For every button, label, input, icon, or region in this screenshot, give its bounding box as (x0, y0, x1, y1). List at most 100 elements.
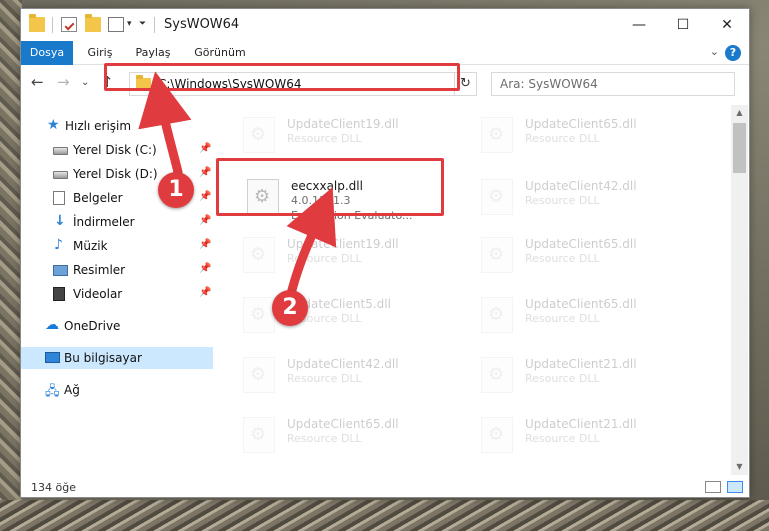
list-item[interactable]: UpdateClient5.dll Resource DLL (237, 291, 467, 341)
vertical-scrollbar[interactable]: ▲ ▼ (731, 105, 748, 475)
search-placeholder: Ara: SysWOW64 (500, 77, 598, 91)
minimize-button[interactable]: — (617, 9, 661, 41)
file-type: Resource DLL (525, 372, 600, 385)
toolbar-separator (154, 17, 155, 33)
desktop-wallpaper (0, 0, 22, 531)
file-type: Resource DLL (287, 132, 362, 145)
file-type: Resource DLL (525, 432, 600, 445)
sidebar-item-pictures[interactable]: Resimler 📌 (21, 259, 213, 281)
list-item[interactable]: UpdateClient21.dll Resource DLL (475, 411, 705, 461)
new-folder-icon[interactable] (85, 14, 101, 32)
dll-file-icon (481, 357, 513, 393)
tab-share[interactable]: Paylaş (127, 41, 179, 65)
star-icon: ★ (47, 117, 60, 133)
dll-file-icon (481, 117, 513, 153)
tab-view[interactable]: Görünüm (185, 41, 255, 65)
folder-icon (29, 14, 45, 32)
pin-icon[interactable]: 📌 (199, 239, 211, 250)
item-count: 134 öğe (31, 481, 76, 494)
sidebar-item-downloads[interactable]: ↓ İndirmeler 📌 (21, 211, 213, 233)
ribbon-expand-icon[interactable]: ⌄ (710, 45, 719, 58)
pictures-icon (53, 265, 68, 276)
sidebar-item-label: İndirmeler (73, 215, 135, 229)
help-icon[interactable]: ? (725, 45, 741, 61)
file-name: UpdateClient42.dll (287, 357, 399, 371)
dll-file-icon (481, 237, 513, 273)
list-item[interactable]: UpdateClient42.dll Resource DLL (475, 173, 705, 223)
sidebar-item-label: Yerel Disk (C:) (73, 143, 157, 157)
list-item[interactable]: UpdateClient65.dll Resource DLL (237, 411, 467, 461)
pin-icon[interactable]: 📌 (199, 263, 211, 274)
scroll-down-icon[interactable]: ▼ (731, 459, 748, 475)
tiles-view-icon[interactable] (727, 481, 743, 493)
file-type: Resource DLL (287, 432, 362, 445)
list-item[interactable]: UpdateClient19.dll Resource DLL (237, 111, 467, 161)
drive-icon (53, 147, 68, 155)
forward-button[interactable]: → (57, 73, 70, 91)
file-type: Resource DLL (525, 132, 600, 145)
sidebar-item-this-pc[interactable]: Bu bilgisayar (21, 347, 213, 369)
details-view-icon[interactable] (705, 481, 721, 493)
quick-access-dropdown-icon[interactable]: ⏷ (139, 19, 146, 29)
file-name: UpdateClient42.dll (525, 179, 637, 193)
sidebar-item-label: Ağ (64, 383, 80, 397)
status-bar: 134 öğe (21, 477, 749, 497)
sidebar-item-onedrive[interactable]: ☁ OneDrive (21, 315, 213, 337)
file-name: UpdateClient19.dll (287, 117, 399, 131)
properties-icon[interactable] (61, 17, 77, 32)
file-type: Resource DLL (525, 252, 600, 265)
sidebar-item-label: Resimler (73, 263, 126, 277)
tab-file[interactable]: Dosya (21, 41, 73, 65)
list-item[interactable]: UpdateClient65.dll Resource DLL (475, 111, 705, 161)
pin-icon[interactable]: 📌 (199, 167, 211, 178)
close-button[interactable]: ✕ (705, 9, 749, 41)
pin-icon[interactable]: 📌 (199, 143, 211, 154)
file-name: UpdateClient21.dll (525, 357, 637, 371)
chevron-down-icon[interactable]: ▾ (127, 19, 132, 29)
list-item[interactable]: UpdateClient65.dll Resource DLL (475, 291, 705, 341)
computer-icon (45, 352, 60, 363)
pin-icon[interactable]: 📌 (199, 191, 211, 202)
music-icon: ♪ (54, 237, 63, 253)
pin-icon[interactable]: 📌 (199, 287, 211, 298)
recent-locations-button[interactable]: ⌄ (81, 77, 89, 88)
pin-icon[interactable]: 📌 (199, 215, 211, 226)
sidebar-item-label: Müzik (73, 239, 108, 253)
file-name: UpdateClient65.dll (525, 117, 637, 131)
search-input[interactable]: Ara: SysWOW64 (491, 72, 735, 96)
address-highlight-box (104, 63, 460, 91)
customize-view-icon[interactable] (108, 17, 124, 32)
step-2-badge: 2 (272, 290, 308, 326)
sidebar-item-quick-access[interactable]: ★ Hızlı erişim (21, 115, 213, 137)
file-name: UpdateClient65.dll (287, 417, 399, 431)
back-button[interactable]: ← (31, 73, 44, 91)
dll-file-icon (481, 297, 513, 333)
list-item[interactable]: UpdateClient21.dll Resource DLL (475, 351, 705, 401)
scroll-thumb[interactable] (733, 123, 746, 173)
dll-file-icon (243, 237, 275, 273)
list-item[interactable]: UpdateClient42.dll Resource DLL (237, 351, 467, 401)
file-name: UpdateClient65.dll (525, 237, 637, 251)
list-item[interactable]: UpdateClient65.dll Resource DLL (475, 231, 705, 281)
title-bar: ▾ ⏷ SysWOW64 — ☐ ✕ (21, 9, 749, 41)
sidebar-item-network[interactable]: 🖧 Ağ (21, 379, 213, 401)
sidebar-item-label: Bu bilgisayar (64, 351, 142, 365)
tab-home[interactable]: Giriş (77, 41, 123, 65)
file-type: Resource DLL (525, 194, 600, 207)
maximize-button[interactable]: ☐ (661, 9, 705, 41)
step-1-badge: 1 (158, 172, 194, 208)
sidebar-item-disk-c[interactable]: Yerel Disk (C:) 📌 (21, 139, 213, 161)
dll-file-icon (481, 179, 513, 215)
navigation-pane: ★ Hızlı erişim Yerel Disk (C:) 📌 Yerel D… (21, 105, 213, 475)
file-highlight-box (216, 158, 444, 216)
list-item[interactable]: UpdateClient19.dll Resource DLL (237, 231, 467, 281)
scroll-up-icon[interactable]: ▲ (731, 105, 748, 121)
sidebar-item-label: Yerel Disk (D:) (73, 167, 158, 181)
drive-icon (53, 171, 68, 179)
download-icon: ↓ (54, 213, 66, 229)
sidebar-item-videos[interactable]: Videolar 📌 (21, 283, 213, 305)
sidebar-item-music[interactable]: ♪ Müzik 📌 (21, 235, 213, 257)
video-icon (53, 287, 65, 301)
document-icon (53, 191, 65, 205)
file-type: Resource DLL (287, 372, 362, 385)
